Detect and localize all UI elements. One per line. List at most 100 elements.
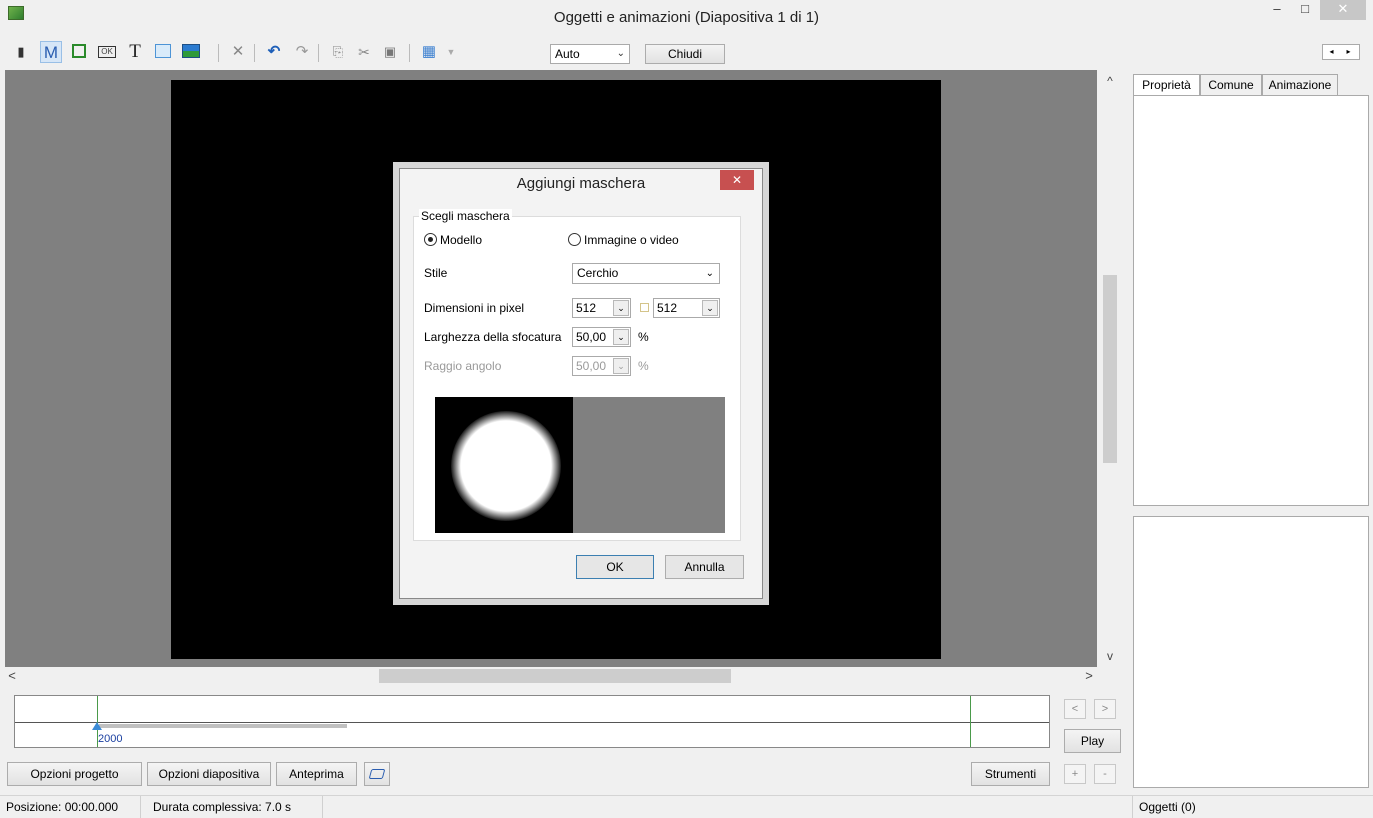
undo-icon[interactable]: ↶ bbox=[263, 41, 285, 63]
chevron-down-icon: ⌄ bbox=[705, 268, 714, 279]
ok-button-tool-icon[interactable]: OK bbox=[96, 41, 118, 63]
monitor-button[interactable] bbox=[364, 762, 390, 786]
size-width-field[interactable]: 512 ⌄ bbox=[572, 298, 631, 318]
copy-icon[interactable]: ⎘ bbox=[327, 41, 349, 63]
mask-choice-group: Scegli maschera Modello Immagine o video… bbox=[413, 209, 741, 541]
timeline-next-button[interactable]: > bbox=[1094, 699, 1116, 719]
close-window-button[interactable]: ✕ bbox=[1320, 0, 1366, 20]
dialog-body: Scegli maschera Modello Immagine o video… bbox=[406, 199, 756, 594]
chevron-down-icon[interactable]: ⌄ bbox=[702, 300, 718, 316]
scroll-thumb[interactable] bbox=[379, 669, 731, 683]
timeline-marker-label: 2000 bbox=[98, 733, 123, 745]
status-separator bbox=[1132, 796, 1133, 818]
horizontal-scrollbar[interactable]: < > bbox=[5, 667, 1102, 685]
grid-dropdown-icon[interactable]: ▼ bbox=[440, 41, 462, 63]
scroll-left-icon[interactable]: < bbox=[5, 668, 19, 683]
mask-preview bbox=[435, 397, 725, 533]
project-options-button[interactable]: Opzioni progetto bbox=[7, 762, 142, 786]
toolbar-separator bbox=[254, 44, 255, 62]
blur-unit: % bbox=[638, 330, 649, 344]
toolbar-separator bbox=[218, 44, 219, 62]
vertical-scrollbar[interactable]: ^ v bbox=[1097, 70, 1123, 667]
ok-button[interactable]: OK bbox=[576, 555, 654, 579]
delete-icon[interactable]: ✕ bbox=[227, 41, 249, 63]
rectangle-tool-icon[interactable] bbox=[152, 41, 174, 63]
timeline-end-line bbox=[970, 696, 971, 747]
scroll-down-icon[interactable]: v bbox=[1097, 649, 1123, 663]
toolbar-separator bbox=[318, 44, 319, 62]
tab-common[interactable]: Comune bbox=[1200, 74, 1262, 96]
timeline[interactable]: 2000 bbox=[14, 695, 1050, 748]
radio-unselected-icon bbox=[568, 233, 581, 246]
frame-tool-icon[interactable] bbox=[68, 41, 90, 63]
style-value: Cerchio bbox=[577, 266, 619, 280]
style-select[interactable]: Cerchio ⌄ bbox=[572, 263, 720, 284]
title-bar: Oggetti e animazioni (Diapositiva 1 di 1… bbox=[0, 0, 1373, 36]
mask-preview-image bbox=[435, 397, 573, 533]
link-size-checkbox[interactable] bbox=[640, 303, 649, 312]
size-width-value: 512 bbox=[576, 301, 597, 315]
group-label: Scegli maschera bbox=[419, 209, 512, 223]
blur-label: Larghezza della sfocatura bbox=[424, 330, 562, 344]
camera-icon[interactable]: ▮ bbox=[10, 41, 32, 63]
play-label: Play bbox=[1080, 734, 1105, 748]
corner-radius-field[interactable]: 50,00 ⌄ bbox=[572, 356, 631, 376]
chevron-left-icon[interactable]: ◂ bbox=[1323, 45, 1340, 59]
timeline-prev-button[interactable]: < bbox=[1064, 699, 1086, 719]
add-mask-dialog: Aggiungi maschera ✕ Scegli maschera Mode… bbox=[399, 168, 763, 599]
toolbar-scroll[interactable]: ◂ ▸ bbox=[1322, 44, 1360, 60]
zoom-select[interactable]: Auto ⌄ bbox=[550, 44, 630, 64]
template-radio-label: Modello bbox=[440, 233, 483, 247]
window-title: Oggetti e animazioni (Diapositiva 1 di 1… bbox=[553, 9, 820, 26]
remove-keyframe-button[interactable]: - bbox=[1094, 764, 1116, 784]
tab-animation[interactable]: Animazione bbox=[1262, 74, 1338, 96]
cut-icon[interactable]: ✂ bbox=[353, 41, 375, 63]
dialog-title: Aggiungi maschera bbox=[516, 175, 646, 192]
size-label: Dimensioni in pixel bbox=[424, 301, 525, 315]
play-button[interactable]: Play bbox=[1064, 729, 1121, 753]
blur-field[interactable]: 50,00 ⌄ bbox=[572, 327, 631, 347]
zoom-value: Auto bbox=[555, 47, 580, 61]
preview-button[interactable]: Anteprima bbox=[276, 762, 357, 786]
blur-value: 50,00 bbox=[576, 330, 607, 344]
style-label: Stile bbox=[424, 266, 448, 280]
add-keyframe-button[interactable]: + bbox=[1064, 764, 1086, 784]
objects-count-status: Oggetti (0) bbox=[1139, 800, 1196, 814]
size-height-value: 512 bbox=[657, 301, 678, 315]
image-video-radio[interactable]: Immagine o video bbox=[568, 233, 679, 247]
chevron-right-icon[interactable]: ▸ bbox=[1340, 45, 1357, 59]
position-status: Posizione: 00:00.000 bbox=[6, 800, 119, 814]
toolbar: ▮ M OK T ✕ ↶ ↷ ⎘ ✂ ▣ ▦ ▼ Auto ⌄ Chiudi ◂… bbox=[0, 36, 1373, 70]
tab-properties[interactable]: Proprietà bbox=[1133, 74, 1200, 97]
paste-icon[interactable]: ▣ bbox=[379, 41, 401, 63]
chevron-down-icon[interactable]: ⌄ bbox=[613, 358, 629, 374]
cancel-button[interactable]: Annulla bbox=[665, 555, 744, 579]
dialog-close-button[interactable]: ✕ bbox=[720, 170, 754, 190]
corner-radius-label: Raggio angolo bbox=[424, 359, 502, 373]
grid-icon[interactable]: ▦ bbox=[418, 41, 440, 63]
mask-tool-icon[interactable]: M bbox=[40, 41, 62, 63]
close-button[interactable]: Chiudi bbox=[645, 44, 725, 64]
duration-status: Durata complessiva: 7.0 s bbox=[153, 800, 292, 814]
properties-panel bbox=[1133, 95, 1369, 506]
timeline-object-bar[interactable] bbox=[99, 724, 347, 728]
tools-button[interactable]: Strumenti bbox=[971, 762, 1050, 786]
chevron-down-icon[interactable]: ⌄ bbox=[613, 300, 629, 316]
slide-options-button[interactable]: Opzioni diapositiva bbox=[147, 762, 271, 786]
monitor-icon bbox=[368, 769, 386, 779]
minimize-button[interactable]: – bbox=[1264, 0, 1290, 20]
timeline-marker-icon[interactable] bbox=[92, 722, 102, 730]
maximize-button[interactable]: □ bbox=[1292, 0, 1318, 20]
scroll-thumb[interactable] bbox=[1103, 275, 1117, 463]
redo-icon[interactable]: ↷ bbox=[291, 41, 313, 63]
image-tool-icon[interactable] bbox=[180, 41, 202, 63]
template-radio[interactable]: Modello bbox=[424, 233, 482, 247]
scroll-right-icon[interactable]: > bbox=[1082, 668, 1096, 683]
text-tool-icon[interactable]: T bbox=[124, 41, 146, 63]
size-height-field[interactable]: 512 ⌄ bbox=[653, 298, 720, 318]
corner-radius-unit: % bbox=[638, 359, 649, 373]
corner-radius-value: 50,00 bbox=[576, 359, 607, 373]
scroll-up-icon[interactable]: ^ bbox=[1097, 74, 1123, 88]
chevron-down-icon[interactable]: ⌄ bbox=[613, 329, 629, 345]
toolbar-separator bbox=[409, 44, 410, 62]
